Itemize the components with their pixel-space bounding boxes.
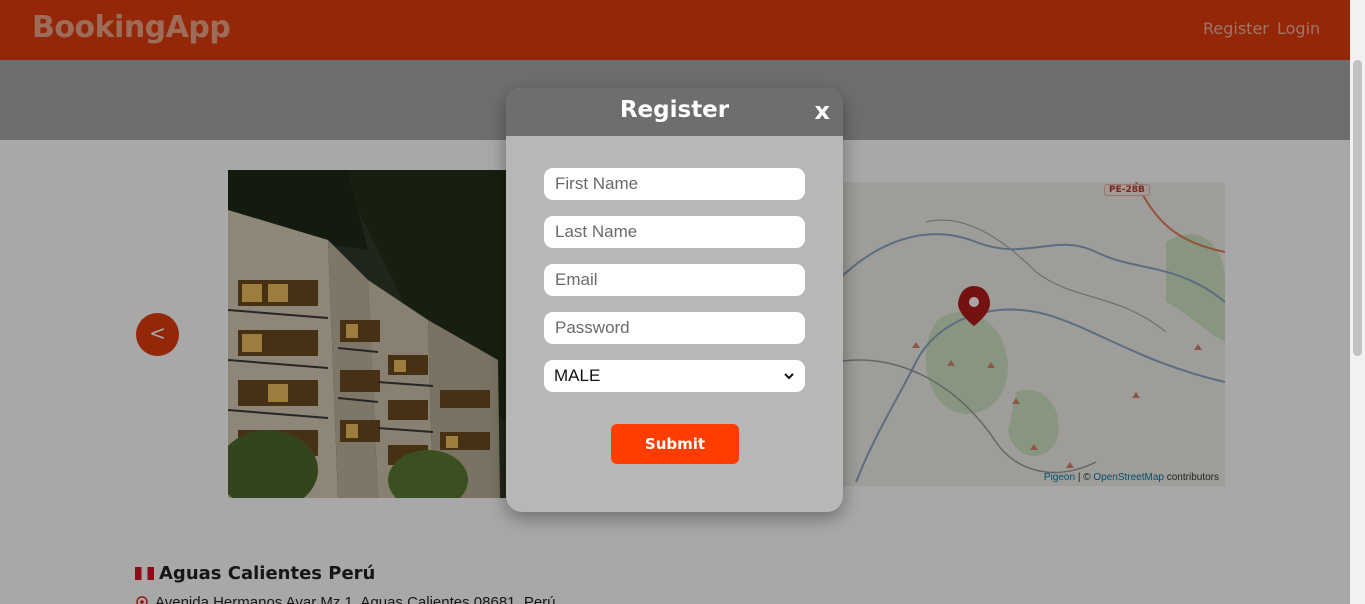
gender-select-value: MALE: [554, 366, 601, 385]
last-name-input[interactable]: [544, 216, 805, 248]
close-button[interactable]: x: [815, 99, 830, 123]
email-input[interactable]: [544, 264, 805, 296]
submit-button[interactable]: Submit: [611, 424, 739, 464]
password-input[interactable]: [544, 312, 805, 344]
gender-select[interactable]: MALE: [544, 360, 805, 392]
chevron-down-icon: [784, 373, 794, 380]
first-name-input[interactable]: [544, 168, 805, 200]
register-modal: Register x MALE Submit: [506, 88, 843, 512]
modal-header: Register x: [506, 88, 843, 136]
scrollbar-thumb[interactable]: [1353, 60, 1362, 356]
page-scrollbar[interactable]: [1350, 0, 1365, 604]
modal-title: Register: [619, 97, 730, 123]
